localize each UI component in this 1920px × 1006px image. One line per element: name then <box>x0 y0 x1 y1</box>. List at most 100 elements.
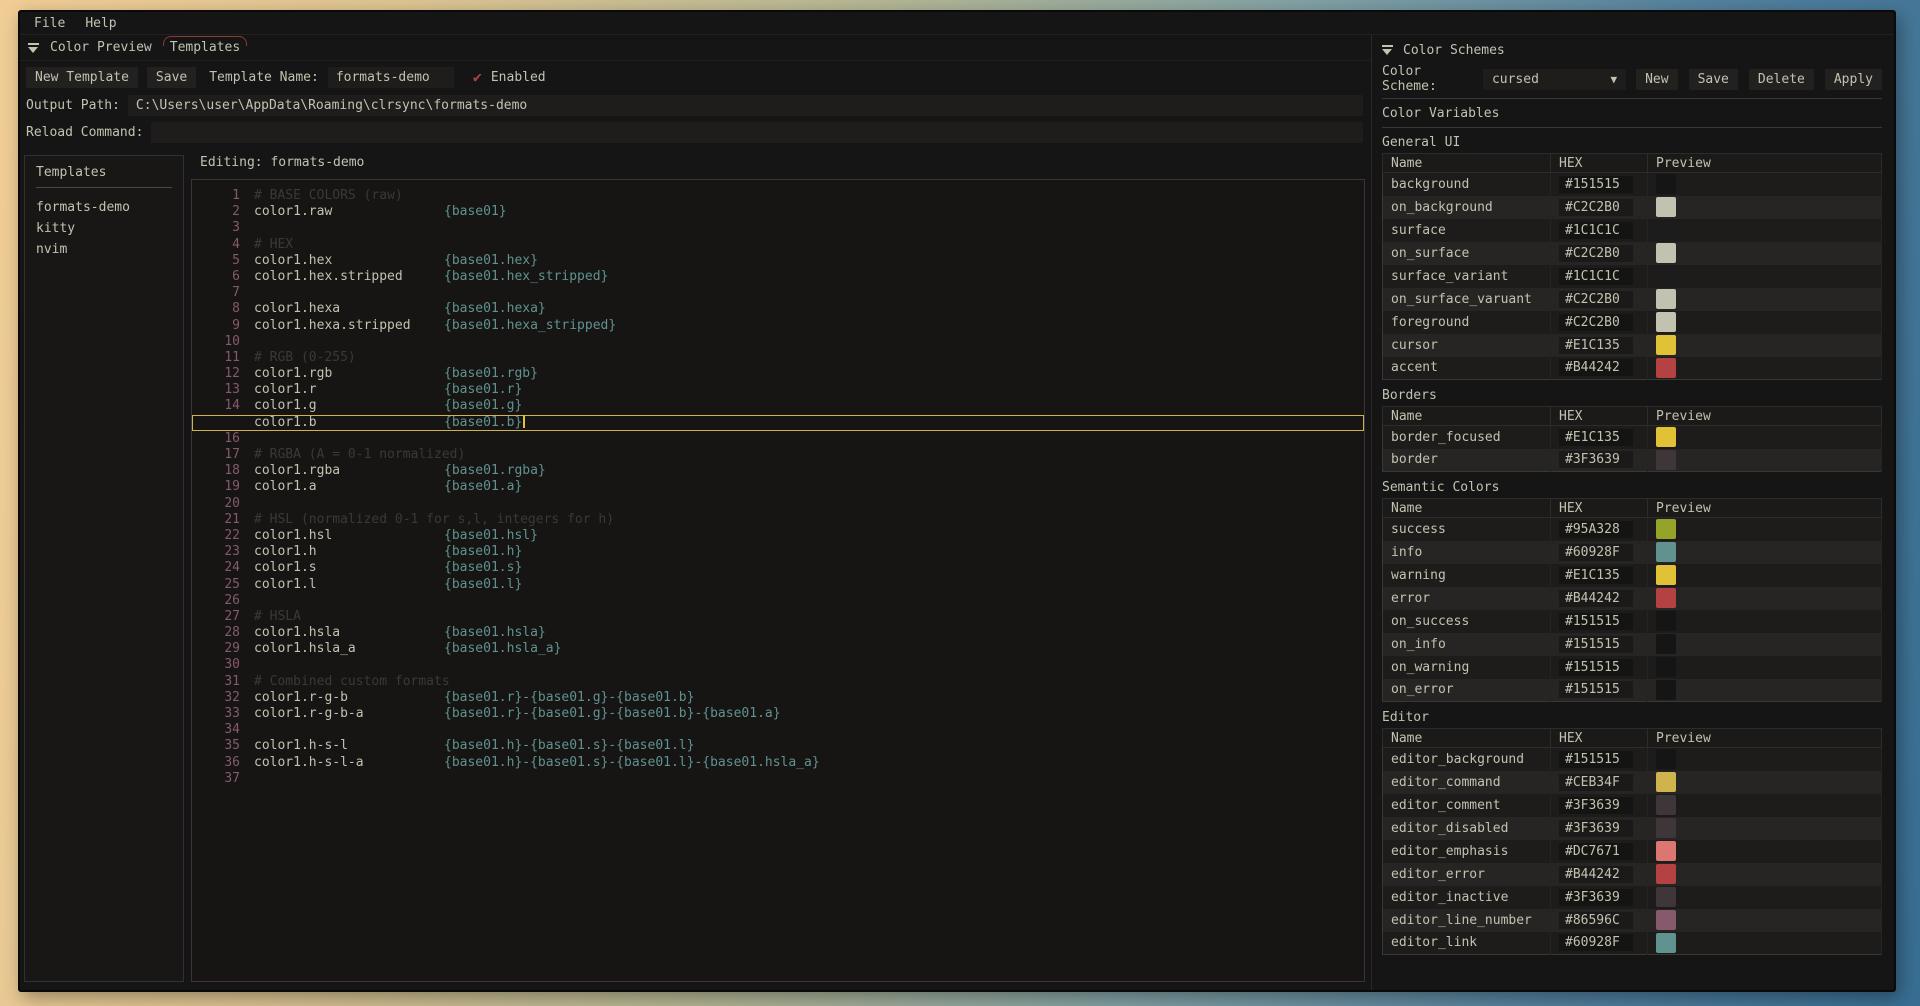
color-swatch[interactable] <box>1656 772 1676 792</box>
code-line[interactable]: 30 <box>192 657 1364 673</box>
color-swatch[interactable] <box>1656 841 1676 861</box>
scheme-delete-button[interactable]: Delete <box>1749 69 1814 90</box>
enabled-check-icon[interactable]: ✔ <box>473 70 482 85</box>
color-swatch[interactable] <box>1656 588 1676 608</box>
color-hex-input[interactable]: #E1C135 <box>1559 337 1633 354</box>
color-hex-input[interactable]: #151515 <box>1559 659 1633 676</box>
color-hex-input[interactable]: #3F3639 <box>1559 889 1633 906</box>
color-hex-input[interactable]: #60928F <box>1559 934 1633 951</box>
tab-templates[interactable]: Templates <box>168 35 242 61</box>
collapse-panel-icon[interactable] <box>1382 45 1393 55</box>
reload-command-input[interactable] <box>151 122 1363 143</box>
code-line[interactable]: 10 <box>192 334 1364 350</box>
code-line[interactable]: 25color1.l{base01.l} <box>192 577 1364 593</box>
code-line[interactable]: 24color1.s{base01.s} <box>192 560 1364 576</box>
code-line[interactable]: 17# RGBA (A = 0-1 normalized) <box>192 447 1364 463</box>
template-list-item-nvim[interactable]: nvim <box>36 239 172 260</box>
color-hex-input[interactable]: #60928F <box>1559 544 1633 561</box>
color-swatch[interactable] <box>1656 174 1676 194</box>
code-line[interactable]: 2color1.raw{base01} <box>192 204 1364 220</box>
code-line[interactable]: 11# RGB (0-255) <box>192 350 1364 366</box>
color-swatch[interactable] <box>1656 933 1676 953</box>
color-swatch[interactable] <box>1656 657 1676 677</box>
scheme-save-button[interactable]: Save <box>1689 69 1738 90</box>
color-hex-input[interactable]: #C2C2B0 <box>1559 314 1633 331</box>
color-scheme-dropdown[interactable]: cursed ▼ <box>1483 69 1626 90</box>
color-hex-input[interactable]: #C2C2B0 <box>1559 291 1633 308</box>
code-line[interactable]: 13color1.r{base01.r} <box>192 382 1364 398</box>
code-line[interactable]: 37 <box>192 771 1364 787</box>
code-line[interactable]: 16 <box>192 431 1364 447</box>
color-hex-input[interactable]: #3F3639 <box>1559 820 1633 837</box>
code-line[interactable]: 19color1.a{base01.a} <box>192 479 1364 495</box>
color-swatch[interactable] <box>1656 542 1676 562</box>
color-swatch[interactable] <box>1656 289 1676 309</box>
code-line[interactable]: 20 <box>192 496 1364 512</box>
scheme-new-button[interactable]: New <box>1636 69 1677 90</box>
code-line[interactable]: 4# HEX <box>192 237 1364 253</box>
template-code-editor[interactable]: 1# BASE COLORS (raw)2color1.raw{base01}3… <box>191 179 1365 982</box>
code-line[interactable]: 28color1.hsla{base01.hsla} <box>192 625 1364 641</box>
code-line[interactable]: 31# Combined custom formats <box>192 674 1364 690</box>
template-list-item-kitty[interactable]: kitty <box>36 218 172 239</box>
code-line[interactable]: 8color1.hexa{base01.hexa} <box>192 301 1364 317</box>
color-hex-input[interactable]: #86596C <box>1559 912 1633 929</box>
save-template-button[interactable]: Save <box>147 67 196 88</box>
code-line[interactable]: 23color1.h{base01.h} <box>192 544 1364 560</box>
color-swatch[interactable] <box>1656 887 1676 907</box>
code-line[interactable]: 35color1.h-s-l{base01.h}-{base01.s}-{bas… <box>192 738 1364 754</box>
code-line[interactable]: 3 <box>192 220 1364 236</box>
color-hex-input[interactable]: #B44242 <box>1559 359 1633 376</box>
color-hex-input[interactable]: #3F3639 <box>1559 797 1633 814</box>
code-line[interactable]: 1# BASE COLORS (raw) <box>192 188 1364 204</box>
menu-item-help[interactable]: Help <box>85 16 116 31</box>
code-line[interactable]: 32color1.r-g-b{base01.r}-{base01.g}-{bas… <box>192 690 1364 706</box>
color-hex-input[interactable]: #B44242 <box>1559 590 1633 607</box>
color-hex-input[interactable]: #3F3639 <box>1559 451 1633 468</box>
code-line[interactable]: 21# HSL (normalized 0-1 for s,l, integer… <box>192 512 1364 528</box>
color-hex-input[interactable]: #CEB34F <box>1559 774 1633 791</box>
code-line[interactable]: 9color1.hexa.stripped{base01.hexa_stripp… <box>192 318 1364 334</box>
code-line[interactable]: 18color1.rgba{base01.rgba} <box>192 463 1364 479</box>
color-swatch[interactable] <box>1656 611 1676 631</box>
code-line[interactable]: 12color1.rgb{base01.rgb} <box>192 366 1364 382</box>
template-list-item-formats-demo[interactable]: formats-demo <box>36 197 172 218</box>
color-hex-input[interactable]: #DC7671 <box>1559 843 1633 860</box>
code-line[interactable]: 26 <box>192 593 1364 609</box>
color-swatch[interactable] <box>1656 519 1676 539</box>
color-swatch[interactable] <box>1656 243 1676 263</box>
color-hex-input[interactable]: #C2C2B0 <box>1559 245 1633 262</box>
code-line[interactable]: 29color1.hsla_a{base01.hsla_a} <box>192 641 1364 657</box>
code-line[interactable]: 27# HSLA <box>192 609 1364 625</box>
code-line[interactable]: 5color1.hex{base01.hex} <box>192 253 1364 269</box>
code-line[interactable]: 22color1.hsl{base01.hsl} <box>192 528 1364 544</box>
color-swatch[interactable] <box>1656 220 1676 240</box>
code-line[interactable]: 34 <box>192 722 1364 738</box>
color-swatch[interactable] <box>1656 749 1676 769</box>
color-swatch[interactable] <box>1656 910 1676 930</box>
color-swatch[interactable] <box>1656 312 1676 332</box>
new-template-button[interactable]: New Template <box>26 67 138 88</box>
color-swatch[interactable] <box>1656 450 1676 470</box>
color-hex-input[interactable]: #1C1C1C <box>1559 222 1633 239</box>
color-swatch[interactable] <box>1656 795 1676 815</box>
collapse-panel-icon[interactable] <box>28 43 39 53</box>
color-hex-input[interactable]: #E1C135 <box>1559 429 1633 446</box>
color-swatch[interactable] <box>1656 266 1676 286</box>
color-hex-input[interactable]: #151515 <box>1559 681 1633 698</box>
color-swatch[interactable] <box>1656 358 1676 378</box>
code-line[interactable]: color1.b{base01.b} <box>192 415 1364 431</box>
tab-color-preview[interactable]: Color Preview <box>48 35 154 61</box>
color-hex-input[interactable]: #151515 <box>1559 176 1633 193</box>
color-hex-input[interactable]: #E1C135 <box>1559 567 1633 584</box>
color-swatch[interactable] <box>1656 197 1676 217</box>
color-hex-input[interactable]: #C2C2B0 <box>1559 199 1633 216</box>
scheme-apply-button[interactable]: Apply <box>1825 69 1882 90</box>
code-line[interactable]: 36color1.h-s-l-a{base01.h}-{base01.s}-{b… <box>192 755 1364 771</box>
code-line[interactable]: 33color1.r-g-b-a{base01.r}-{base01.g}-{b… <box>192 706 1364 722</box>
color-swatch[interactable] <box>1656 864 1676 884</box>
color-swatch[interactable] <box>1656 565 1676 585</box>
color-swatch[interactable] <box>1656 427 1676 447</box>
color-hex-input[interactable]: #151515 <box>1559 751 1633 768</box>
color-hex-input[interactable]: #151515 <box>1559 636 1633 653</box>
